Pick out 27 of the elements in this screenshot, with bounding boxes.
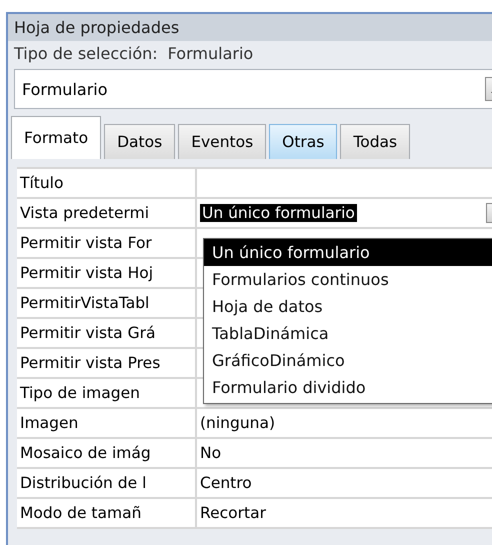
- selection-type-label: Tipo de selección:: [14, 44, 158, 63]
- object-combo-box[interactable]: Formulario: [14, 69, 492, 109]
- selection-type-value: Formulario: [168, 44, 254, 63]
- property-label: Distribución de l: [17, 469, 197, 497]
- property-label: Modo de tamañ: [17, 499, 197, 527]
- property-label: Imagen: [17, 409, 197, 437]
- panel-title: Hoja de propiedades: [8, 14, 492, 41]
- property-value: (ninguna): [199, 413, 276, 434]
- dropdown-option[interactable]: Un único formulario: [204, 239, 492, 266]
- tab[interactable]: Otras: [269, 124, 338, 159]
- tab[interactable]: Eventos: [178, 124, 266, 159]
- property-label: Mosaico de imág: [17, 439, 197, 467]
- property-value: Centro: [199, 473, 253, 494]
- property-label: Permitir vista Grá: [17, 319, 197, 347]
- tab[interactable]: Todas: [340, 124, 410, 159]
- property-label: Vista predetermi: [17, 199, 197, 227]
- property-combo[interactable]: Un único formulario: [197, 199, 492, 227]
- property-value: Recortar: [199, 503, 267, 524]
- tab[interactable]: Datos: [104, 124, 176, 159]
- property-label: Permitir vista For: [17, 229, 197, 257]
- property-label: Título: [17, 169, 197, 197]
- property-label: Tipo de imagen: [17, 379, 197, 407]
- property-value: No: [199, 443, 222, 464]
- property-label: PermitirVistaTabl: [17, 289, 197, 317]
- property-label: Permitir vista Hoj: [17, 259, 197, 287]
- property-label: Permitir vista Pres: [17, 349, 197, 377]
- tab[interactable]: Formato: [11, 116, 102, 159]
